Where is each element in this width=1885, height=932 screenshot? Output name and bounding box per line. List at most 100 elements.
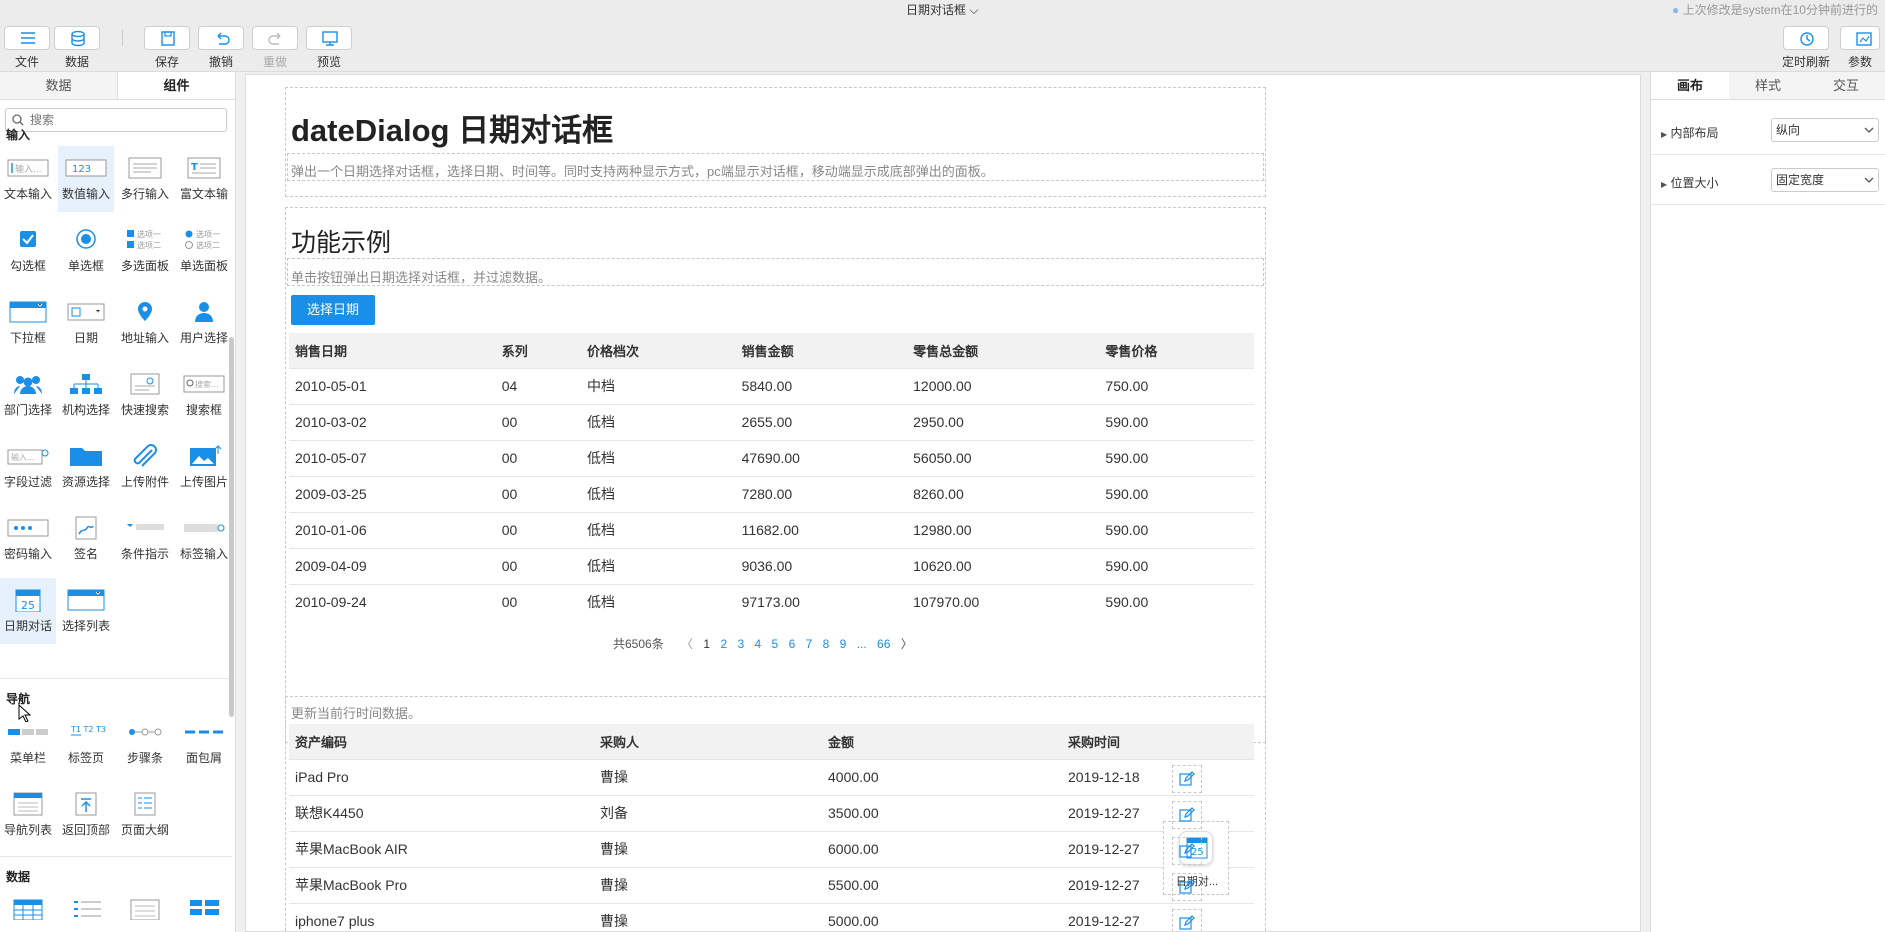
column-header[interactable]: 金额 <box>822 724 1062 759</box>
table-row[interactable]: 2009-03-25 00 低档 7280.00 8260.00 590.00 <box>289 475 1254 512</box>
page-7[interactable]: 7 <box>806 637 813 651</box>
comp-text-input[interactable]: 输入... 文本输入 <box>0 146 56 212</box>
comp-dropdown[interactable]: 下拉框 <box>0 290 56 356</box>
column-header[interactable]: 系列 <box>495 333 582 368</box>
redo-button[interactable]: 重做 <box>248 26 302 70</box>
comp-card-list[interactable] <box>176 886 232 932</box>
comp-tree-table[interactable] <box>58 886 114 932</box>
comp-tabs[interactable]: T1 T2 T3 标签页 <box>58 710 114 776</box>
params-button[interactable]: 参数 <box>1836 26 1884 70</box>
comp-list[interactable] <box>117 886 173 932</box>
page-ellipsis[interactable]: ... <box>857 637 867 651</box>
page-last[interactable]: 66 <box>877 637 890 651</box>
column-header[interactable]: 零售价格 <box>1099 333 1254 368</box>
tab-canvas[interactable]: 画布 <box>1651 72 1729 99</box>
comp-back-to-top[interactable]: 返回顶部 <box>58 782 114 848</box>
table-row[interactable]: 苹果MacBook Pro 曹操 5500.00 2019-12-27 <box>289 866 1254 903</box>
position-size-select[interactable]: 固定宽度 <box>1771 168 1879 192</box>
comp-textarea[interactable]: 多行输入 <box>117 146 173 212</box>
comp-resource-select[interactable]: 资源选择 <box>58 434 114 500</box>
search-input[interactable] <box>30 112 220 128</box>
choose-date-button[interactable]: 选择日期 <box>291 295 375 325</box>
comp-user-select[interactable]: 用户选择 <box>176 290 232 356</box>
prev-page-button[interactable]: 〈 <box>681 635 693 652</box>
table-row[interactable]: 2010-09-24 00 低档 97173.00 107970.00 590.00 <box>289 583 1254 620</box>
data-button[interactable]: 数据 <box>50 26 104 70</box>
timed-refresh-button[interactable]: 定时刷新 <box>1779 26 1833 70</box>
comp-upload-attachment[interactable]: 上传附件 <box>117 434 173 500</box>
column-header[interactable]: 资产编码 <box>289 724 594 759</box>
inner-layout-select[interactable]: 纵向 <box>1771 118 1879 142</box>
tab-data[interactable]: 数据 <box>0 72 117 99</box>
preview-button[interactable]: 预览 <box>302 26 356 70</box>
comp-signature[interactable]: 签名 <box>58 506 114 572</box>
comp-org-select[interactable]: 机构选择 <box>58 362 114 428</box>
panel-scrollbar[interactable] <box>229 337 234 717</box>
column-header[interactable]: 采购时间 <box>1062 724 1254 759</box>
page-4[interactable]: 4 <box>755 637 762 651</box>
document-title[interactable]: 日期对话框 ⌵ <box>906 1 978 18</box>
column-header[interactable]: 零售总金额 <box>907 333 1100 368</box>
comp-upload-image[interactable]: 上传图片 <box>176 434 232 500</box>
component-search[interactable] <box>5 108 227 132</box>
comp-nav-list[interactable]: 导航列表 <box>0 782 56 848</box>
file-button[interactable]: 文件 <box>0 26 54 70</box>
edit-icon[interactable] <box>1172 909 1202 931</box>
page-5[interactable]: 5 <box>772 637 779 651</box>
column-header[interactable]: 价格档次 <box>581 333 736 368</box>
comp-richtext[interactable]: T 富文本输 <box>176 146 232 212</box>
table-row[interactable]: 2009-04-09 00 低档 9036.00 10620.00 590.00 <box>289 547 1254 584</box>
comp-steps[interactable]: 步骤条 <box>117 710 173 776</box>
undo-button[interactable]: 撤销 <box>194 26 248 70</box>
next-page-button[interactable]: 〉 <box>901 635 913 652</box>
comp-select-list[interactable]: 选择列表 <box>58 578 114 644</box>
comp-page-outline[interactable]: 页面大纲 <box>117 782 173 848</box>
comp-number-input[interactable]: 123 数值输入 <box>58 146 114 212</box>
comp-table[interactable] <box>0 886 56 932</box>
table-row[interactable]: 联想K4450 刘备 3500.00 2019-12-27 <box>289 794 1254 831</box>
page-9[interactable]: 9 <box>840 637 847 651</box>
table-row[interactable]: 2010-01-06 00 低档 11682.00 12980.00 590.00 <box>289 511 1254 548</box>
page-3[interactable]: 3 <box>737 637 744 651</box>
comp-condition-indicator[interactable]: 条件指示 <box>117 506 173 572</box>
comp-breadcrumb[interactable]: 面包屑 <box>176 710 232 776</box>
comp-dept-select[interactable]: 部门选择 <box>0 362 56 428</box>
comp-radio[interactable]: 单选框 <box>58 218 114 284</box>
column-header[interactable]: 采购人 <box>594 724 822 759</box>
table-row[interactable]: iPad Pro 曹操 4000.00 2019-12-18 <box>289 758 1254 795</box>
save-button[interactable]: 保存 <box>140 26 194 70</box>
tab-interaction[interactable]: 交互 <box>1807 72 1885 99</box>
comp-date[interactable]: 日期 <box>58 290 114 356</box>
edit-icon[interactable] <box>1172 873 1202 901</box>
page-6[interactable]: 6 <box>789 637 796 651</box>
comp-single-panel[interactable]: 选项一 选项二 单选面板 <box>176 218 232 284</box>
comp-address[interactable]: 地址输入 <box>117 290 173 356</box>
column-header[interactable]: 销售金额 <box>735 333 908 368</box>
table-row[interactable]: iphone7 plus 曹操 5000.00 2019-12-27 <box>289 902 1254 931</box>
table-row[interactable]: 2010-05-01 04 中档 5840.00 12000.00 750.00 <box>289 367 1254 404</box>
comp-checkbox[interactable]: 勾选框 <box>0 218 56 284</box>
comp-date-dialog[interactable]: 25 日期对话 <box>0 578 56 644</box>
table-row[interactable]: 苹果MacBook AIR 曹操 6000.00 2019-12-27 <box>289 830 1254 867</box>
page-2[interactable]: 2 <box>720 637 727 651</box>
comp-field-filter[interactable]: 输入... 字段过滤 <box>0 434 56 500</box>
page-8[interactable]: 8 <box>823 637 830 651</box>
table-row[interactable]: 2010-03-02 00 低档 2655.00 2950.00 590.00 <box>289 403 1254 440</box>
password-icon <box>7 519 49 537</box>
page-1[interactable]: 1 <box>703 637 710 651</box>
comp-search-box[interactable]: 搜索... 搜索框 <box>176 362 232 428</box>
comp-tag-input[interactable]: 标签输入 <box>176 506 232 572</box>
comp-multi-panel[interactable]: 选项一 选项二 多选面板 <box>117 218 173 284</box>
column-header[interactable]: 销售日期 <box>289 333 496 368</box>
prop-position-size[interactable]: ▶ 位置大小 <box>1661 174 1719 191</box>
prop-inner-layout[interactable]: ▶ 内部布局 <box>1661 124 1719 141</box>
edit-icon[interactable] <box>1172 837 1202 865</box>
tab-components[interactable]: 组件 <box>117 72 235 99</box>
edit-icon[interactable] <box>1172 801 1202 829</box>
table-cell: 00 <box>495 583 582 620</box>
table-row[interactable]: 2010-05-07 00 低档 47690.00 56050.00 590.00 <box>289 439 1254 476</box>
comp-password[interactable]: 密码输入 <box>0 506 56 572</box>
comp-quick-search[interactable]: 快速搜索 <box>117 362 173 428</box>
tab-style[interactable]: 样式 <box>1729 72 1807 99</box>
edit-icon[interactable] <box>1172 765 1202 793</box>
